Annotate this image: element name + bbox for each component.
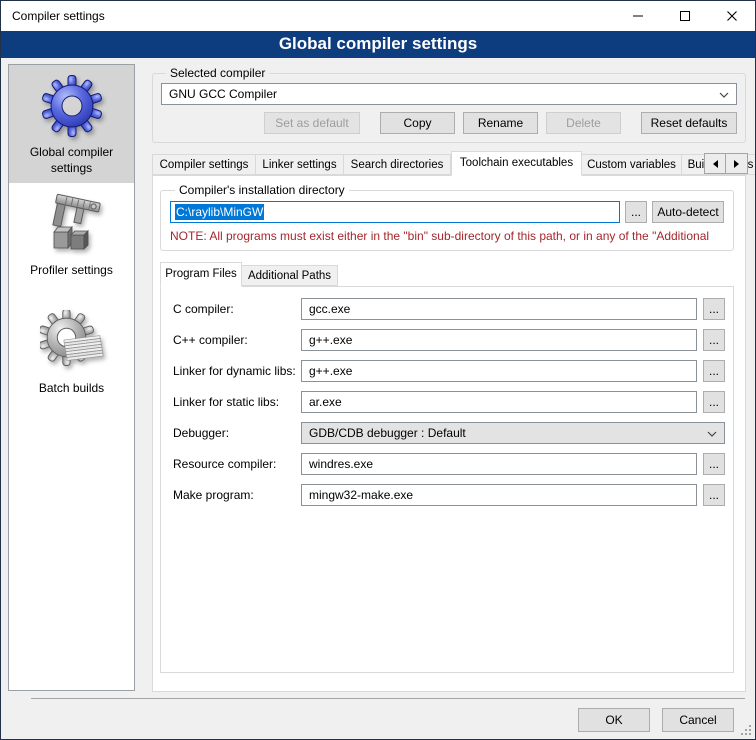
debugger-dropdown[interactable]: GDB/CDB debugger : Default — [301, 422, 725, 444]
c-compiler-browse-button[interactable]: ... — [703, 298, 725, 320]
field-row-cpp-compiler: C++ compiler: g++.exe ... — [173, 329, 725, 351]
field-row-c-compiler: C compiler: gcc.exe ... — [173, 298, 725, 320]
field-label: Resource compiler: — [173, 457, 301, 471]
sidebar-item-global-compiler-settings[interactable]: Global compiler settings — [9, 65, 134, 183]
field-row-dynamic-linker: Linker for dynamic libs: g++.exe ... — [173, 360, 725, 382]
settings-category-list: Global compiler settings — [8, 64, 135, 691]
footer-divider — [31, 698, 745, 699]
gray-gear-stack-icon — [40, 310, 104, 374]
sidebar-item-profiler-settings[interactable]: Profiler settings — [9, 183, 134, 301]
chevron-down-icon — [707, 431, 717, 437]
installation-directory-group: Compiler's installation directory C:\ray… — [160, 183, 734, 251]
tab-linker-settings[interactable]: Linker settings — [256, 154, 344, 175]
cpp-compiler-input[interactable]: g++.exe — [301, 329, 697, 351]
minimize-icon — [633, 11, 643, 21]
dynamic-linker-browse-button[interactable]: ... — [703, 360, 725, 382]
delete-button[interactable]: Delete — [546, 112, 621, 134]
selected-text: C:\raylib\MinGW — [175, 204, 264, 220]
selected-compiler-group: Selected compiler GNU GCC Compiler Set a… — [152, 66, 746, 143]
c-compiler-input[interactable]: gcc.exe — [301, 298, 697, 320]
field-label: Linker for static libs: — [173, 395, 301, 409]
tab-scroll-left-button[interactable] — [704, 153, 726, 174]
window-title: Compiler settings — [1, 9, 614, 23]
field-row-make-program: Make program: mingw32-make.exe ... — [173, 484, 725, 506]
resource-compiler-browse-button[interactable]: ... — [703, 453, 725, 475]
installation-directory-browse-button[interactable]: ... — [625, 201, 647, 223]
chevron-down-icon — [719, 92, 729, 98]
tab-compiler-settings[interactable]: Compiler settings — [152, 154, 256, 175]
cancel-button[interactable]: Cancel — [662, 708, 734, 732]
minimize-button[interactable] — [614, 1, 661, 31]
blue-gear-icon — [40, 74, 104, 138]
field-label: C++ compiler: — [173, 333, 301, 347]
sidebar-item-label: Global compiler settings — [9, 145, 134, 176]
caliper-icon — [40, 192, 104, 256]
compiler-settings-window: Compiler settings Global compiler settin… — [0, 0, 756, 740]
sidebar-item-batch-builds[interactable]: Batch builds — [9, 301, 134, 419]
resize-grip[interactable] — [741, 725, 752, 736]
maximize-button[interactable] — [661, 1, 708, 31]
close-button[interactable] — [708, 1, 755, 31]
field-row-static-linker: Linker for static libs: ar.exe ... — [173, 391, 725, 413]
tab-scroll-buttons — [704, 153, 748, 174]
cpp-compiler-browse-button[interactable]: ... — [703, 329, 725, 351]
sidebar-item-label: Batch builds — [35, 381, 108, 397]
static-linker-browse-button[interactable]: ... — [703, 391, 725, 413]
toolchain-executables-page: Compiler's installation directory C:\ray… — [152, 175, 746, 692]
sidebar-item-label: Profiler settings — [26, 263, 117, 279]
page-title: Global compiler settings — [1, 31, 755, 58]
make-program-input[interactable]: mingw32-make.exe — [301, 484, 697, 506]
tab-toolchain-executables[interactable]: Toolchain executables — [451, 151, 582, 176]
tab-search-directories[interactable]: Search directories — [344, 154, 451, 175]
compiler-actions: Set as default Copy Rename Delete Reset … — [161, 112, 737, 134]
field-row-debugger: Debugger: GDB/CDB debugger : Default — [173, 422, 725, 444]
tab-additional-paths[interactable]: Additional Paths — [242, 265, 338, 286]
maximize-icon — [680, 11, 690, 21]
installation-note: NOTE: All programs must exist either in … — [170, 229, 724, 243]
set-as-default-button[interactable]: Set as default — [264, 112, 360, 134]
dynamic-linker-input[interactable]: g++.exe — [301, 360, 697, 382]
copy-button[interactable]: Copy — [380, 112, 455, 134]
field-label: Debugger: — [173, 426, 301, 440]
rename-button[interactable]: Rename — [463, 112, 538, 134]
reset-defaults-button[interactable]: Reset defaults — [641, 112, 737, 134]
debugger-value: GDB/CDB debugger : Default — [309, 426, 466, 440]
static-linker-input[interactable]: ar.exe — [301, 391, 697, 413]
close-icon — [727, 11, 737, 21]
resource-compiler-input[interactable]: windres.exe — [301, 453, 697, 475]
settings-tabstrip: Compiler settings Linker settings Search… — [152, 150, 746, 175]
program-files-tabstrip: Program Files Additional Paths — [160, 261, 745, 286]
ok-button[interactable]: OK — [578, 708, 650, 732]
selected-compiler-dropdown[interactable]: GNU GCC Compiler — [161, 83, 737, 105]
make-program-browse-button[interactable]: ... — [703, 484, 725, 506]
dialog-footer: OK Cancel — [1, 698, 755, 739]
tab-custom-variables[interactable]: Custom variables — [582, 154, 682, 175]
tab-scroll-right-button[interactable] — [726, 153, 748, 174]
program-files-page: C compiler: gcc.exe ... C++ compiler: g+… — [160, 286, 734, 673]
left-arrow-icon — [713, 160, 718, 168]
selected-compiler-value: GNU GCC Compiler — [169, 87, 277, 101]
caption-buttons — [614, 1, 755, 31]
field-label: Make program: — [173, 488, 301, 502]
right-arrow-icon — [734, 160, 739, 168]
installation-directory-input[interactable]: C:\raylib\MinGW — [170, 201, 620, 223]
field-label: Linker for dynamic libs: — [173, 364, 301, 378]
auto-detect-button[interactable]: Auto-detect — [652, 201, 724, 223]
field-label: C compiler: — [173, 302, 301, 316]
selected-compiler-legend: Selected compiler — [166, 66, 269, 80]
installation-directory-legend: Compiler's installation directory — [175, 183, 349, 197]
tab-program-files[interactable]: Program Files — [160, 262, 242, 287]
field-row-resource-compiler: Resource compiler: windres.exe ... — [173, 453, 725, 475]
title-bar: Compiler settings — [1, 1, 755, 31]
